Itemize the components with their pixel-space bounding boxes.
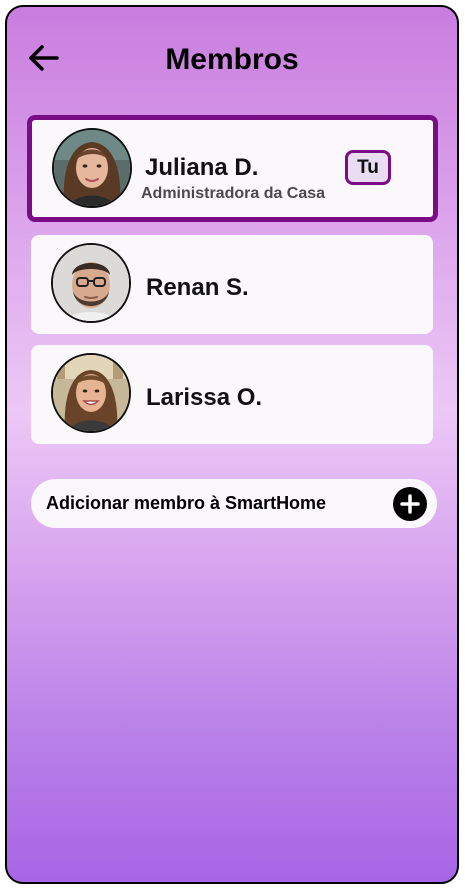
member-name: Juliana D. xyxy=(145,154,259,181)
phone-screen: Membros Juliana D. Administradora da Cas… xyxy=(5,5,459,884)
avatar xyxy=(52,128,132,208)
member-role: Administradora da Casa xyxy=(141,185,326,202)
add-member-button[interactable]: Adicionar membro à SmartHome xyxy=(31,479,437,528)
member-card-larissa[interactable]: Larissa O. xyxy=(31,345,433,444)
member-name: Larissa O. xyxy=(146,384,263,411)
header: Membros xyxy=(7,7,457,112)
avatar xyxy=(51,243,131,323)
member-card-juliana[interactable]: Juliana D. Administradora da Casa Tu xyxy=(27,115,438,222)
plus-circle-icon[interactable] xyxy=(393,487,427,521)
current-user-badge: Tu xyxy=(345,150,391,185)
member-name: Renan S. xyxy=(146,274,249,301)
avatar xyxy=(51,353,131,433)
page-title: Membros xyxy=(165,43,299,76)
add-member-label: Adicionar membro à SmartHome xyxy=(46,493,327,513)
member-card-renan[interactable]: Renan S. xyxy=(31,235,433,334)
